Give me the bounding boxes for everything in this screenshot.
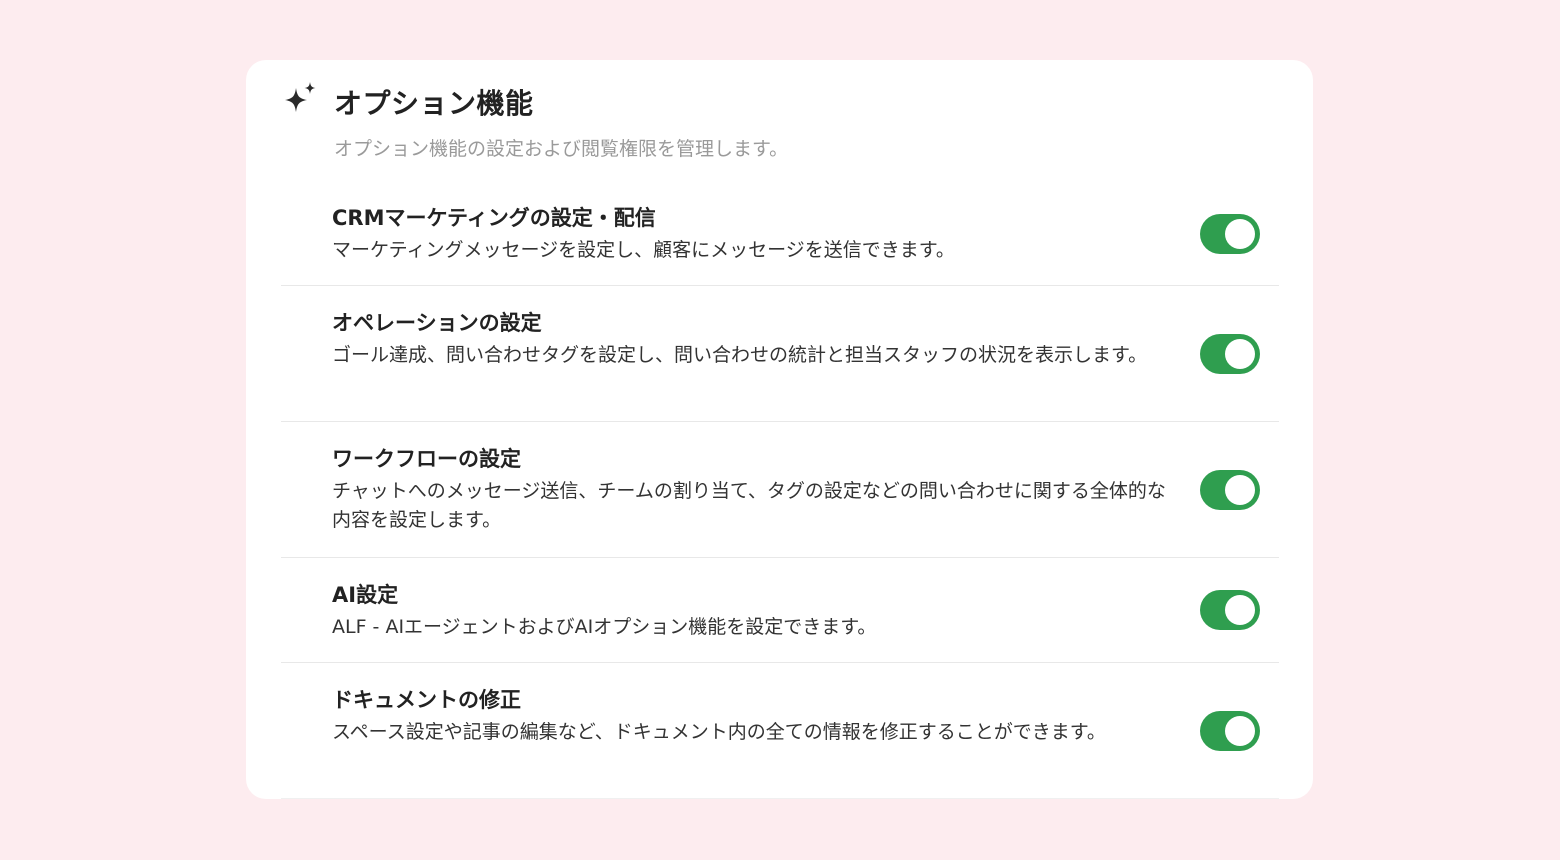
- setting-workflow: ワークフローの設定 チャットへのメッセージ送信、チームの割り当て、タグの設定など…: [281, 422, 1279, 558]
- page-subtitle: オプション機能の設定および閲覧権限を管理します。: [334, 138, 789, 160]
- setting-operations: オペレーションの設定 ゴール達成、問い合わせタグを設定し、問い合わせの統計と担当…: [281, 286, 1279, 422]
- setting-ai: AI設定 ALF - AIエージェントおよびAIオプション機能を設定できます。: [281, 558, 1279, 663]
- sparkle-icon: [285, 82, 316, 112]
- ai-toggle[interactable]: [1200, 590, 1260, 630]
- toggle-knob: [1225, 475, 1255, 505]
- toggle-knob: [1225, 219, 1255, 249]
- setting-description: チャットへのメッセージ送信、チームの割り当て、タグの設定などの問い合わせに関する…: [332, 480, 1166, 531]
- setting-documents: ドキュメントの修正 スペース設定や記事の編集など、ドキュメント内の全ての情報を修…: [281, 663, 1279, 799]
- options-card: オプション機能 オプション機能の設定および閲覧権限を管理します。 CRMマーケテ…: [246, 60, 1313, 799]
- toggle-knob: [1225, 339, 1255, 369]
- toggle-knob: [1225, 595, 1255, 625]
- setting-description: マーケティングメッセージを設定し、顧客にメッセージを送信できます。: [332, 239, 955, 261]
- crm-marketing-toggle[interactable]: [1200, 214, 1260, 254]
- setting-description: ALF - AIエージェントおよびAIオプション機能を設定できます。: [332, 616, 877, 638]
- setting-title: オペレーションの設定: [332, 311, 542, 335]
- operations-toggle[interactable]: [1200, 334, 1260, 374]
- setting-title: ワークフローの設定: [332, 447, 521, 471]
- setting-description: ゴール達成、問い合わせタグを設定し、問い合わせの統計と担当スタッフの状況を表示し…: [332, 344, 1148, 366]
- settings-list: CRMマーケティングの設定・配信 マーケティングメッセージを設定し、顧客にメッセ…: [281, 186, 1279, 799]
- setting-title: CRMマーケティングの設定・配信: [332, 206, 656, 230]
- setting-title: ドキュメントの修正: [332, 688, 521, 712]
- setting-title: AI設定: [332, 583, 399, 607]
- page-title: オプション機能: [334, 87, 534, 120]
- toggle-knob: [1225, 716, 1255, 746]
- setting-crm-marketing: CRMマーケティングの設定・配信 マーケティングメッセージを設定し、顧客にメッセ…: [281, 186, 1279, 286]
- workflow-toggle[interactable]: [1200, 470, 1260, 510]
- documents-toggle[interactable]: [1200, 711, 1260, 751]
- setting-description: スペース設定や記事の編集など、ドキュメント内の全ての情報を修正することができます…: [332, 721, 1106, 743]
